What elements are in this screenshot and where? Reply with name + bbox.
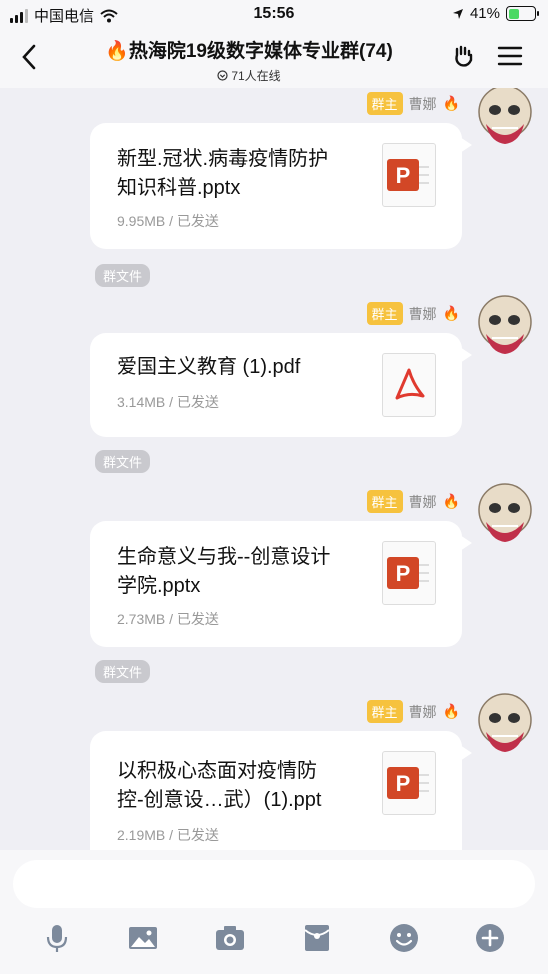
online-icon bbox=[217, 70, 228, 81]
sender-name: 曹娜 bbox=[408, 703, 437, 720]
menu-icon[interactable] bbox=[496, 42, 524, 70]
red-packet-icon[interactable] bbox=[301, 922, 333, 954]
powerpoint-icon: P bbox=[382, 541, 436, 605]
file-name: 爱国主义教育 (1).pdf bbox=[117, 353, 365, 382]
message-list[interactable]: 群主 曹娜 🔥 新型.冠状.病毒疫情防护 知识科普.pptx 9.95MB / 已… bbox=[0, 88, 548, 850]
location-arrow-icon bbox=[452, 8, 463, 19]
avatar[interactable] bbox=[476, 692, 534, 758]
microphone-icon[interactable] bbox=[41, 922, 73, 954]
sender-name: 曹娜 bbox=[408, 95, 437, 112]
powerpoint-icon: P bbox=[382, 143, 436, 207]
group-file-tag: 群文件 bbox=[95, 264, 151, 287]
fire-icon: 🔥 bbox=[442, 95, 460, 111]
online-count: 71人在线 bbox=[231, 69, 281, 83]
avatar[interactable] bbox=[476, 482, 534, 548]
fire-icon: 🔥 bbox=[105, 41, 129, 62]
sender-meta: 群主 曹娜 🔥 bbox=[366, 92, 460, 115]
sender-meta: 群主 曹娜 🔥 bbox=[366, 302, 460, 325]
online-status: 71人在线 bbox=[60, 67, 438, 84]
file-name: 生命意义与我--创意设计 学院.pptx bbox=[117, 543, 365, 601]
file-name-line2: 控-创意设…武）(1).ppt bbox=[117, 789, 322, 811]
file-card[interactable]: 新型.冠状.病毒疫情防护 知识科普.pptx 9.95MB / 已发送 P bbox=[90, 123, 472, 249]
group-name: 热海院19级数字媒体专业群(74) bbox=[128, 41, 393, 62]
plus-icon[interactable] bbox=[474, 922, 506, 954]
file-name: 新型.冠状.病毒疫情防护 知识科普.pptx bbox=[117, 145, 365, 203]
chat-header: 🔥热海院19级数字媒体专业群(74) 71人在线 bbox=[0, 30, 548, 88]
title-area[interactable]: 🔥热海院19级数字媒体专业群(74) 71人在线 bbox=[60, 36, 438, 84]
group-file-tag: 群文件 bbox=[95, 660, 151, 683]
hand-gesture-icon[interactable] bbox=[450, 42, 478, 70]
file-card[interactable]: 生命意义与我--创意设计 学院.pptx 2.73MB / 已发送 P bbox=[90, 521, 472, 647]
camera-icon[interactable] bbox=[214, 922, 246, 954]
svg-text:P: P bbox=[396, 163, 411, 188]
group-file-tag: 群文件 bbox=[95, 450, 151, 473]
image-icon[interactable] bbox=[127, 922, 159, 954]
file-size: 2.19MB / 已发送 bbox=[117, 827, 219, 843]
fire-icon: 🔥 bbox=[442, 703, 460, 719]
file-name-line1: 爱国主义教育 (1).pdf bbox=[117, 356, 301, 378]
file-size: 2.73MB / 已发送 bbox=[117, 611, 219, 627]
svg-text:P: P bbox=[396, 561, 411, 586]
sender-meta: 群主 曹娜 🔥 bbox=[366, 700, 460, 723]
owner-badge: 群主 bbox=[366, 490, 403, 513]
file-name-line2: 学院.pptx bbox=[117, 575, 201, 597]
file-name-line2: 知识科普.pptx bbox=[117, 177, 241, 199]
sender-name: 曹娜 bbox=[408, 493, 437, 510]
file-name-line1: 新型.冠状.病毒疫情防护 bbox=[117, 148, 329, 170]
pdf-icon bbox=[382, 353, 436, 417]
sender-meta: 群主 曹娜 🔥 bbox=[366, 490, 460, 513]
battery-icon bbox=[506, 6, 539, 21]
file-size: 9.95MB / 已发送 bbox=[117, 213, 219, 229]
back-icon[interactable] bbox=[18, 42, 42, 72]
file-name-line1: 以积极心态面对疫情防 bbox=[117, 760, 317, 782]
sender-name: 曹娜 bbox=[408, 305, 437, 322]
avatar[interactable] bbox=[476, 294, 534, 360]
message-input[interactable] bbox=[13, 860, 535, 908]
svg-text:P: P bbox=[396, 771, 411, 796]
file-size: 3.14MB / 已发送 bbox=[117, 394, 219, 410]
fire-icon: 🔥 bbox=[442, 493, 460, 509]
emoji-icon[interactable] bbox=[388, 922, 420, 954]
fire-icon: 🔥 bbox=[442, 305, 460, 321]
file-name-line1: 生命意义与我--创意设计 bbox=[117, 546, 331, 568]
group-title: 🔥热海院19级数字媒体专业群(74) bbox=[60, 36, 438, 63]
status-bar: 中国电信 15:56 41% bbox=[0, 0, 548, 30]
input-area bbox=[0, 850, 548, 974]
avatar[interactable] bbox=[476, 88, 534, 150]
file-name: 以积极心态面对疫情防 控-创意设…武）(1).ppt bbox=[117, 757, 365, 815]
owner-badge: 群主 bbox=[366, 700, 403, 723]
powerpoint-icon: P bbox=[382, 751, 436, 815]
owner-badge: 群主 bbox=[366, 302, 403, 325]
owner-badge: 群主 bbox=[366, 92, 403, 115]
file-card[interactable]: 以积极心态面对疫情防 控-创意设…武）(1).ppt 2.19MB / 已发送 P bbox=[90, 731, 472, 850]
file-card[interactable]: 爱国主义教育 (1).pdf 3.14MB / 已发送 bbox=[90, 333, 472, 437]
battery-percent: 41% bbox=[469, 5, 500, 22]
status-right: 41% bbox=[452, 5, 539, 22]
